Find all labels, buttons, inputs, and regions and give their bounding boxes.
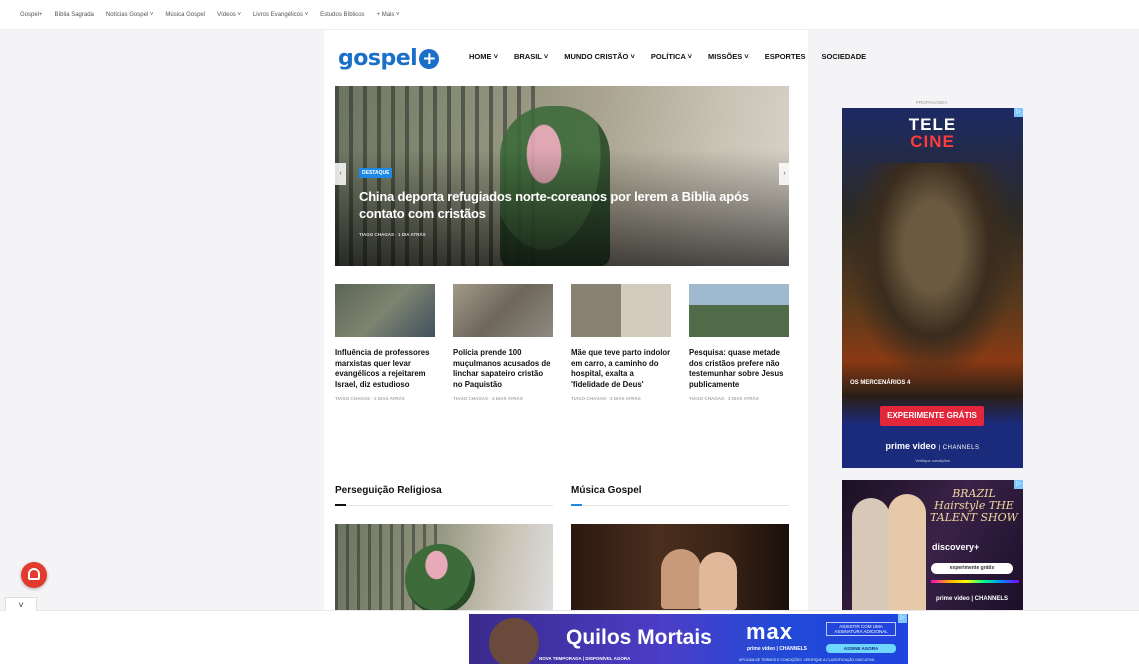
adchoices-icon[interactable]: ▷: [1014, 480, 1023, 489]
topbar-link-musica[interactable]: Música Gospel: [165, 12, 205, 18]
top-utility-bar: Gospel+ Bíblia Sagrada Notícias Gospel ˅…: [0, 0, 1139, 30]
hero-meta: TIAGO CHAGAS · 1 DIA ATRÁS: [359, 232, 426, 237]
news-card-meta: TIAGO CHAGAS · 3 DIAS ATRÁS: [453, 396, 523, 401]
section-accent: [571, 504, 582, 506]
nav-home[interactable]: HOME ˅: [469, 52, 498, 61]
nav-sociedade[interactable]: SOCIEDADE: [822, 52, 867, 61]
section-image-person-2: [699, 552, 737, 610]
ad-person-1: [852, 498, 890, 610]
rainbow-bar: [931, 580, 1019, 583]
telecine-logo: TELE CINE: [842, 116, 1023, 150]
slider-prev-arrow-icon[interactable]: ‹: [335, 163, 346, 185]
quilos-mortais-title: Quilos Mortais: [566, 626, 712, 649]
notification-bell-icon[interactable]: [21, 562, 47, 588]
news-card-image[interactable]: [689, 284, 789, 337]
telecine-cta-button[interactable]: EXPERIMENTE GRÁTIS: [880, 406, 984, 426]
adchoices-icon[interactable]: ▷: [1014, 108, 1023, 117]
news-card-meta: TIAGO CHAGAS · 3 DIAS ATRÁS: [689, 396, 759, 401]
topbar-link-mais[interactable]: + Mais ˅: [377, 12, 400, 18]
telecine-logo-bottom: CINE: [910, 132, 955, 151]
slider-next-arrow-icon[interactable]: ›: [779, 163, 790, 185]
discovery-plus-logo: discovery+: [932, 542, 980, 552]
telecine-ad[interactable]: TELE CINE OS MERCENÁRIOS 4 EXPERIMENTE G…: [842, 108, 1023, 468]
discovery-ad[interactable]: BRAZIL Hairstyle THE TALENT SHOW discove…: [842, 480, 1023, 610]
ad-label: PROPAGANDA: [916, 100, 948, 105]
section-divider: [335, 505, 553, 506]
hero-slider[interactable]: [335, 86, 789, 266]
ad-person-2: [888, 494, 926, 610]
news-card-title[interactable]: Polícia prende 100 muçulmanos acusados d…: [453, 348, 553, 390]
news-card[interactable]: Polícia prende 100 muçulmanos acusados d…: [453, 284, 553, 401]
max-logo: max: [746, 619, 794, 644]
section-image-musica[interactable]: [571, 524, 789, 610]
news-card-title[interactable]: Mãe que teve parto indolor em carro, a c…: [571, 348, 671, 390]
max-fine-print: APLICAM-SE TERMOS E CONDIÇÕES. VERIFIQUE…: [739, 658, 876, 662]
hero-overlay: [335, 86, 789, 266]
news-card-meta: TIAGO CHAGAS · 3 DIAS ATRÁS: [571, 396, 641, 401]
nav-brasil[interactable]: BRASIL ˅: [514, 52, 548, 61]
prime-video-text: prime video: [885, 441, 937, 451]
ad-person-image: [489, 618, 539, 664]
topbar-link-livros[interactable]: Livros Evangélicos ˅: [253, 12, 308, 18]
chevron-down-icon[interactable]: ˅: [5, 597, 37, 611]
max-additional-subscription: ASSISTIR COM UMA ASSINATURA ADICIONAL: [826, 622, 896, 636]
prime-video-logo: prime video | CHANNELS: [842, 441, 1023, 451]
topbar-link-noticias[interactable]: Notícias Gospel ˅: [106, 12, 154, 18]
topbar-link-estudos[interactable]: Estudos Bíblicos: [320, 12, 364, 18]
site-logo[interactable]: gospel +: [338, 46, 440, 71]
max-bottom-ad[interactable]: Quilos Mortais NOVA TEMPORADA | DISPONÍV…: [469, 614, 908, 664]
topbar-link-videos[interactable]: Vídeos ˅: [217, 12, 241, 18]
section-image-figures: [405, 544, 475, 610]
movie-poster-image: [852, 163, 1013, 373]
telecine-logo-top: TELE: [908, 115, 957, 134]
nav-politica[interactable]: POLÍTICA ˅: [651, 52, 692, 61]
hero-badge[interactable]: DESTAQUE: [359, 168, 393, 178]
main-nav: HOME ˅ BRASIL ˅ MUNDO CRISTÃO ˅ POLÍTICA…: [469, 52, 866, 61]
news-card-image[interactable]: [571, 284, 671, 337]
news-card-image[interactable]: [335, 284, 435, 337]
movie-title: OS MERCENÁRIOS 4: [850, 380, 911, 386]
adchoices-icon[interactable]: ▷: [898, 614, 907, 623]
topbar-link-gospel-plus[interactable]: Gospel+: [20, 12, 43, 18]
nav-mundo-cristao[interactable]: MUNDO CRISTÃO ˅: [564, 52, 635, 61]
section-accent: [335, 504, 346, 506]
nav-missoes[interactable]: MISSÕES ˅: [708, 52, 749, 61]
max-prime-channels: prime video | CHANNELS: [747, 646, 808, 652]
news-card-image[interactable]: [453, 284, 553, 337]
section-title-perseguicao[interactable]: Perseguição Religiosa: [335, 485, 442, 496]
news-card[interactable]: Pesquisa: quase metade dos cristãos pref…: [689, 284, 789, 401]
news-card-title[interactable]: Pesquisa: quase metade dos cristãos pref…: [689, 348, 789, 390]
bell-shape: [28, 568, 40, 580]
prime-channels-text: | CHANNELS: [938, 445, 980, 451]
logo-plus-icon: +: [419, 48, 440, 69]
hero-title[interactable]: China deporta refugiados norte-coreanos …: [359, 188, 749, 222]
section-image-perseguicao[interactable]: [335, 524, 553, 610]
news-card[interactable]: Mãe que teve parto indolor em carro, a c…: [571, 284, 671, 401]
max-subscribe-button[interactable]: ASSINE AGORA: [826, 644, 896, 653]
section-divider: [571, 505, 789, 506]
quilos-mortais-subtitle: NOVA TEMPORADA | DISPONÍVEL AGORA: [539, 656, 631, 661]
news-card[interactable]: Influência de professores marxistas quer…: [335, 284, 435, 401]
section-image-person-1: [661, 549, 701, 609]
discovery-cta-button[interactable]: experimente grátis: [931, 563, 1013, 574]
section-title-musica[interactable]: Música Gospel: [571, 485, 642, 496]
prime-video-logo-2: prime video | CHANNELS: [935, 596, 1009, 602]
ad-fine-print: Verifique condições: [915, 458, 950, 463]
site-header: gospel + HOME ˅ BRASIL ˅ MUNDO CRISTÃO ˅…: [324, 30, 866, 85]
news-card-title[interactable]: Influência de professores marxistas quer…: [335, 348, 435, 390]
logo-text: gospel: [338, 46, 418, 71]
topbar-link-biblia[interactable]: Bíblia Sagrada: [55, 12, 94, 18]
hairstyle-show-logo: BRAZIL Hairstyle THE TALENT SHOW: [930, 487, 1018, 524]
nav-esportes[interactable]: ESPORTES: [765, 52, 806, 61]
news-card-meta: TIAGO CHAGAS · 2 DIAS ATRÁS: [335, 396, 405, 401]
